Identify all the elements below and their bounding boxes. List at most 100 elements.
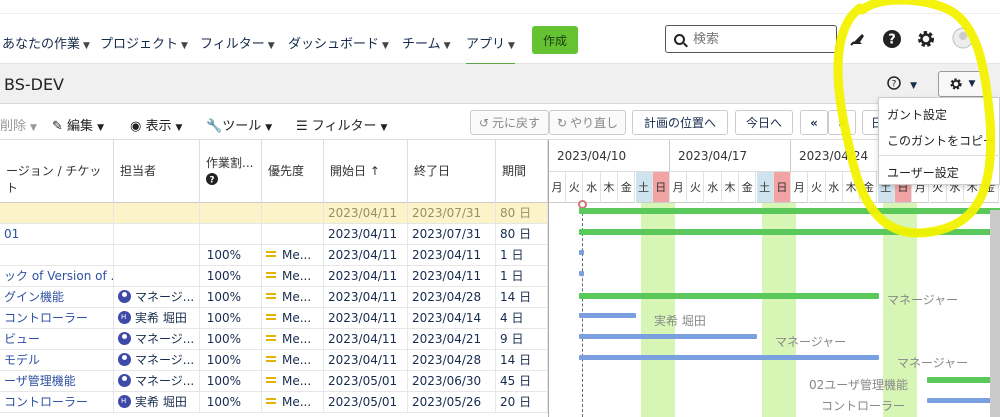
gantt-bar[interactable] <box>579 355 879 360</box>
col-priority[interactable]: 優先度 <box>262 140 324 203</box>
help-icon[interactable]: ? <box>882 29 902 49</box>
nav-apps[interactable]: アプリ ▼ <box>466 33 515 66</box>
menu-item-gantt-settings[interactable]: ガント設定 <box>887 106 947 123</box>
table-row[interactable]: 2023/04/11 2023/07/31 80 日 <box>0 203 548 224</box>
cell-name[interactable]: ック of Version of ... <box>0 266 114 287</box>
today-button[interactable]: 今日へ <box>735 110 793 135</box>
gantt-settings-button[interactable]: ▼ <box>938 71 986 97</box>
user-avatar-icon[interactable] <box>952 27 974 49</box>
nav-teams[interactable]: チーム ▼ <box>402 33 451 52</box>
priority-medium-icon <box>266 314 276 320</box>
gantt-bar[interactable] <box>579 334 757 339</box>
cell-name[interactable]: 01 <box>0 224 114 245</box>
table-row[interactable]: 100% Me... 2023/04/11 2023/04/11 1 日 <box>0 245 548 266</box>
view-menu[interactable]: ◉ 表示 ▼ <box>130 115 182 134</box>
cell-name[interactable]: モデル <box>0 350 114 371</box>
next-button[interactable]: » <box>828 110 856 135</box>
gantt-bar[interactable] <box>579 250 584 255</box>
filter-label: フィルター <box>311 119 377 134</box>
cell-name[interactable] <box>0 245 114 266</box>
table-row[interactable]: 01 2023/04/11 2023/07/31 80 日 <box>0 224 548 245</box>
end-text: 2023/04/28 <box>412 290 482 304</box>
end-text: 2023/06/30 <box>412 374 482 388</box>
cell-pct: 100% <box>200 245 262 266</box>
tools-menu[interactable]: 🔧ツール ▼ <box>206 115 272 134</box>
table-row[interactable]: モデル マネージ... 100% Me... 2023/04/11 2023/04/28 1… <box>0 350 548 371</box>
table-row[interactable]: ーザ管理機能 マネージ... 100% Me... 2023/05/01 2023/06/… <box>0 371 548 392</box>
previous-button[interactable]: « <box>800 110 828 135</box>
undo-icon: ↺ <box>478 115 490 130</box>
nav-your-work-label: あなたの作業 <box>2 37 81 52</box>
priority-medium-icon <box>266 272 276 278</box>
cell-end: 2023/04/21 <box>408 329 496 350</box>
cell-start: 2023/05/01 <box>324 371 408 392</box>
undo-button[interactable]: ↺ 元に戻す <box>470 110 549 135</box>
cell-name[interactable]: ーザ管理機能 <box>0 371 114 392</box>
gantt-bar[interactable] <box>579 229 1000 235</box>
dur-text: 20 日 <box>500 395 532 409</box>
chevron-down-icon: ▼ <box>380 123 388 133</box>
menu-divider <box>879 155 1000 156</box>
chevron-down-icon: ▼ <box>97 123 104 133</box>
filter-menu[interactable]: ☰ フィルター ▼ <box>296 115 387 134</box>
cell-name[interactable]: ビュー <box>0 329 114 350</box>
gantt-bar[interactable] <box>579 293 879 299</box>
gantt-bar[interactable] <box>579 271 584 276</box>
gantt-day-header: 金 <box>739 172 757 203</box>
start-text: 2023/04/11 <box>328 248 398 262</box>
redo-button[interactable]: ↻ やり直し <box>549 110 626 135</box>
cell-pct: 100% <box>200 308 262 329</box>
table-row[interactable]: コントローラー 実希 堀田 100% Me... 2023/04/11 2023/04/1… <box>0 308 548 329</box>
cell-name[interactable]: コントローラー <box>0 392 114 413</box>
create-button[interactable]: 作成 <box>532 26 578 54</box>
table-row[interactable]: グイン機能 マネージ... 100% Me... 2023/04/11 2023/04/2… <box>0 287 548 308</box>
col-assignee[interactable]: 担当者 <box>114 140 200 203</box>
nav-filters[interactable]: フィルター ▼ <box>200 33 275 52</box>
help-dropdown[interactable]: ? ▼ <box>887 76 917 92</box>
table-row[interactable]: ビュー マネージ... 100% Me... 2023/04/11 2023/04/21 9… <box>0 329 548 350</box>
start-text: 2023/04/11 <box>328 269 398 283</box>
plan-position-button[interactable]: 計画の位置へ <box>632 110 728 135</box>
edit-menu[interactable]: ✎ 編集 ▼ <box>52 115 104 134</box>
cell-prio: Me... <box>262 308 324 329</box>
notification-bell-icon[interactable] <box>848 30 866 48</box>
start-text: 2023/04/11 <box>328 353 398 367</box>
cell-name[interactable] <box>0 203 114 224</box>
gantt-day-header: 火 <box>808 172 826 203</box>
menu-item-copy-gantt[interactable]: このガントをコピー <box>887 132 995 149</box>
gantt-day-header: 月 <box>670 172 688 203</box>
col-work-ratio[interactable]: 作業割...? <box>200 140 262 203</box>
pct-text: 100% <box>206 395 241 409</box>
menu-item-user-settings[interactable]: ユーザー設定 <box>887 164 959 181</box>
search-input[interactable] <box>693 31 823 47</box>
assignee-text: 実希 堀田 <box>135 395 187 409</box>
col-start-date[interactable]: 開始日 ↑ <box>324 140 408 203</box>
avatar-icon <box>118 290 131 303</box>
chevron-down-icon: ▼ <box>267 41 275 51</box>
col-duration[interactable]: 期間 <box>496 140 548 203</box>
search-box[interactable] <box>665 25 837 53</box>
nav-dashboards[interactable]: ダッシュボード ▼ <box>288 33 389 52</box>
vertical-scrollbar[interactable] <box>990 210 1000 417</box>
cell-name[interactable]: コントローラー <box>0 308 114 329</box>
col-end-date[interactable]: 終了日 <box>408 140 496 203</box>
cell-name[interactable]: グイン機能 <box>0 287 114 308</box>
table-row[interactable]: コントローラー 実希 堀田 100% Me... 2023/05/01 2023/05/2… <box>0 392 548 413</box>
nav-your-work[interactable]: あなたの作業 ▼ <box>2 33 90 52</box>
delete-menu[interactable]: 削除 ▼ <box>0 115 37 134</box>
cell-pct: 100% <box>200 371 262 392</box>
table-row[interactable]: ック of Version of ... 100% Me... 2023/04/11 2… <box>0 266 548 287</box>
cell-end: 2023/04/11 <box>408 266 496 287</box>
cell-pct: 100% <box>200 392 262 413</box>
pct-text: 100% <box>206 269 241 283</box>
gantt-bar[interactable] <box>579 313 636 318</box>
cell-dur: 80 日 <box>496 203 548 224</box>
end-text: 2023/04/11 <box>412 248 482 262</box>
gantt-bar[interactable] <box>579 208 1000 214</box>
settings-gear-icon[interactable] <box>916 29 936 49</box>
nav-projects[interactable]: プロジェクト ▼ <box>100 33 188 52</box>
col-version-ticket[interactable]: ージョン / チケット <box>0 140 114 203</box>
cell-dur: 1 日 <box>496 245 548 266</box>
cell-prio: Me... <box>262 350 324 371</box>
gantt-bar-label: コントローラー <box>821 399 906 413</box>
